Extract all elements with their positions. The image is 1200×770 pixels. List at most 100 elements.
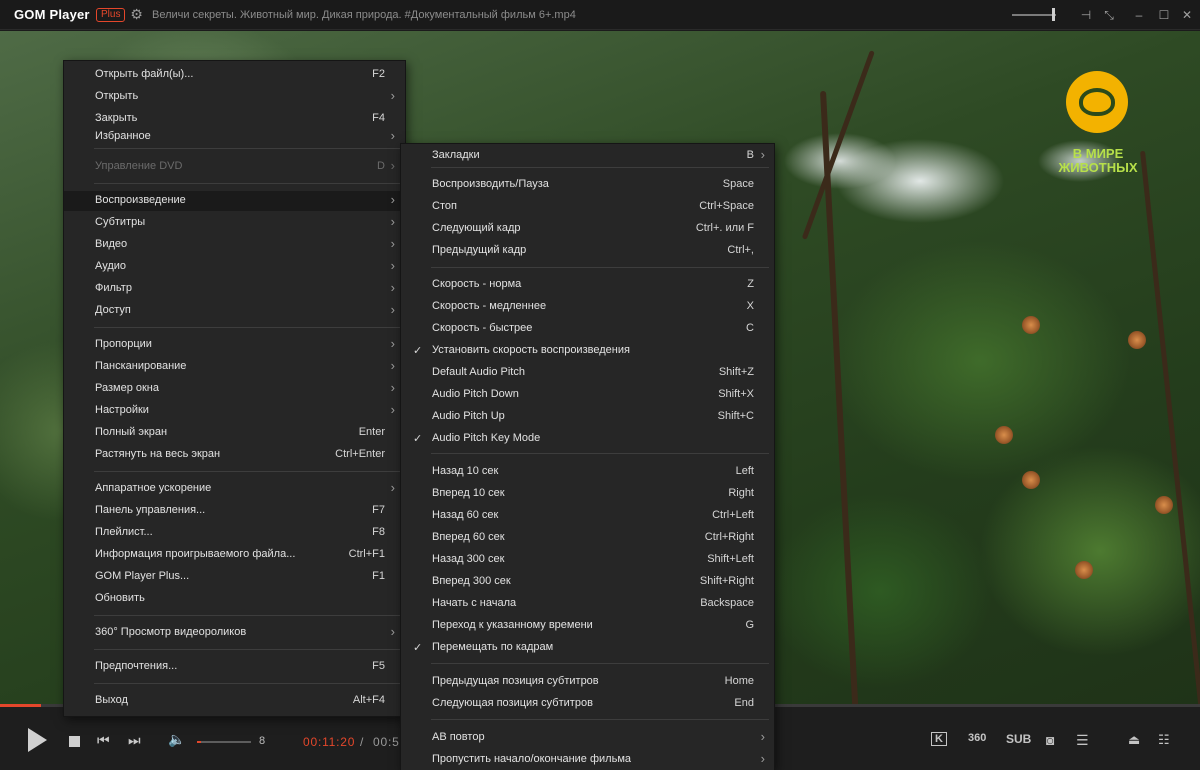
vr-360-icon[interactable]: 360 xyxy=(968,732,986,744)
submenu-item-12[interactable]: ✓ Audio Pitch Key Mode xyxy=(401,429,774,449)
menu-item-label: Панель управления... xyxy=(95,504,206,516)
menu-item-17[interactable]: Аппаратное ускорение › xyxy=(64,479,405,499)
submenu-item-4[interactable]: Предыдущий кадр Ctrl+, xyxy=(401,241,774,261)
checkmark-icon: ✓ xyxy=(413,345,423,357)
menu-item-23[interactable]: 360° Просмотр видеороликов › xyxy=(64,623,405,643)
maximize-icon[interactable]: ☐ xyxy=(1155,6,1173,24)
submenu-item-2[interactable]: Стоп Ctrl+Space xyxy=(401,197,774,217)
submenu-item-16[interactable]: Вперед 60 сек Ctrl+Right xyxy=(401,528,774,548)
submenu-item-13[interactable]: Назад 10 сек Left xyxy=(401,462,774,482)
submenu-item-8[interactable]: ✓ Установить скорость воспроизведения xyxy=(401,341,774,361)
menu-item-5[interactable]: Воспроизведение › xyxy=(64,191,405,211)
cone xyxy=(1155,496,1173,514)
menu-item-label: Предпочтения... xyxy=(95,660,178,672)
menu-item-13[interactable]: Размер окна › xyxy=(64,379,405,399)
stop-icon[interactable] xyxy=(69,736,80,747)
submenu-item-0[interactable]: Закладки B › xyxy=(401,146,774,166)
menu-item-20[interactable]: Информация проигрываемого файла... Ctrl+F… xyxy=(64,545,405,565)
play-icon[interactable] xyxy=(28,728,47,752)
menu-item-label: Полный экран xyxy=(95,426,168,438)
fullscreen-icon[interactable]: ⤡ xyxy=(1100,6,1118,24)
submenu-item-11[interactable]: Audio Pitch Up Shift+C xyxy=(401,407,774,427)
menu-item-3[interactable]: Избранное › xyxy=(64,127,405,147)
menu-item-1[interactable]: Открыть › xyxy=(64,87,405,107)
menu-separator xyxy=(431,267,769,268)
submenu-item-14[interactable]: Вперед 10 сек Right xyxy=(401,484,774,504)
menu-item-22[interactable]: Обновить xyxy=(64,589,405,609)
menu-item-shortcut: Home xyxy=(724,675,754,687)
menu-item-label: Закрыть xyxy=(95,112,138,124)
menu-item-4: Управление DVD D › xyxy=(64,157,405,177)
submenu-item-6[interactable]: Скорость - медленнее X xyxy=(401,297,774,317)
equalizer-icon[interactable]: ☰ xyxy=(1076,732,1089,749)
playlist-icon[interactable]: ☷ xyxy=(1158,732,1170,748)
menu-item-shortcut: Shift+Left xyxy=(707,553,754,565)
submenu-item-25[interactable]: Пропустить начало/окончание фильма › xyxy=(401,750,774,770)
window-title: Величи секреты. Животный мир. Дикая прир… xyxy=(152,9,576,21)
submenu-item-1[interactable]: Воспроизводить/Пауза Space xyxy=(401,175,774,195)
menu-item-label: Предыдущий кадр xyxy=(432,244,527,256)
menu-item-11[interactable]: Пропорции › xyxy=(64,335,405,355)
submenu-item-23[interactable]: Следующая позиция субтитров End xyxy=(401,694,774,714)
submenu-item-21[interactable]: ✓ Перемещать по кадрам xyxy=(401,638,774,658)
cone xyxy=(1128,331,1146,349)
submenu-item-19[interactable]: Начать с начала Backspace xyxy=(401,594,774,614)
submenu-item-17[interactable]: Назад 300 сек Shift+Left xyxy=(401,550,774,570)
menu-item-label: Растянуть на весь экран xyxy=(95,448,221,460)
menu-item-label: Скорость - медленнее xyxy=(432,300,547,312)
submenu-item-5[interactable]: Скорость - норма Z xyxy=(401,275,774,295)
menu-item-18[interactable]: Панель управления... F7 xyxy=(64,501,405,521)
prev-icon[interactable]: ⏮ xyxy=(97,732,110,749)
plus-badge[interactable]: Plus xyxy=(96,8,126,22)
eject-icon[interactable]: ⏏ xyxy=(1128,732,1140,748)
volume-slider[interactable] xyxy=(197,741,251,743)
submenu-item-3[interactable]: Следующий кадр Ctrl+. или F xyxy=(401,219,774,239)
submenu-item-18[interactable]: Вперед 300 сек Shift+Right xyxy=(401,572,774,592)
menu-item-0[interactable]: Открыть файл(ы)... F2 xyxy=(64,65,405,85)
menu-item-12[interactable]: Пансканирование › xyxy=(64,357,405,377)
submenu-item-15[interactable]: Назад 60 сек Ctrl+Left xyxy=(401,506,774,526)
menu-item-16[interactable]: Растянуть на весь экран Ctrl+Enter xyxy=(64,445,405,465)
menu-item-25[interactable]: Выход Alt+F4 xyxy=(64,691,405,711)
menu-item-shortcut: F5 xyxy=(372,660,385,672)
menu-item-19[interactable]: Плейлист... F8 xyxy=(64,523,405,543)
menu-item-label: Настройки xyxy=(95,404,149,416)
menu-item-15[interactable]: Полный экран Enter xyxy=(64,423,405,443)
menu-item-shortcut: Ctrl+, xyxy=(727,244,754,256)
menu-item-shortcut: Ctrl+. или F xyxy=(695,222,754,234)
menu-item-shortcut: Ctrl+F1 xyxy=(348,548,385,560)
menu-item-21[interactable]: GOM Player Plus... F1 xyxy=(64,567,405,587)
opacity-slider-handle[interactable] xyxy=(1052,8,1055,21)
gear-icon[interactable]: ⚙ xyxy=(129,7,144,22)
cone xyxy=(1022,316,1040,334)
menu-item-14[interactable]: Настройки › xyxy=(64,401,405,421)
menu-item-2[interactable]: Закрыть F4 xyxy=(64,109,405,129)
menu-item-7[interactable]: Видео › xyxy=(64,235,405,255)
volume-slider-fill[interactable] xyxy=(197,741,201,743)
menu-item-24[interactable]: Предпочтения... F5 xyxy=(64,657,405,677)
submenu-item-10[interactable]: Audio Pitch Down Shift+X xyxy=(401,385,774,405)
opacity-slider-track[interactable] xyxy=(1012,14,1056,16)
menu-separator xyxy=(431,453,769,454)
speaker-icon[interactable]: 🔈 xyxy=(168,731,185,748)
pin-icon[interactable]: ⊣ xyxy=(1077,6,1095,24)
submenu-item-24[interactable]: AB повтор › xyxy=(401,728,774,748)
menu-item-8[interactable]: Аудио › xyxy=(64,257,405,277)
next-icon[interactable]: ⏭ xyxy=(128,732,141,749)
camera-icon[interactable]: ◙ xyxy=(1046,732,1054,748)
minimize-icon[interactable]: – xyxy=(1130,6,1148,24)
chevron-right-icon: › xyxy=(760,147,765,162)
menu-item-9[interactable]: Фильтр › xyxy=(64,279,405,299)
submenu-item-22[interactable]: Предыдущая позиция субтитров Home xyxy=(401,672,774,692)
submenu-item-20[interactable]: Переход к указанному времени G xyxy=(401,616,774,636)
submenu-item-7[interactable]: Скорость - быстрее C xyxy=(401,319,774,339)
kv-icon[interactable]: K xyxy=(931,732,947,746)
subtitle-button[interactable]: SUB xyxy=(1006,732,1031,746)
menu-item-10[interactable]: Доступ › xyxy=(64,301,405,321)
menu-item-label: Audio Pitch Up xyxy=(432,410,505,422)
menu-item-6[interactable]: Субтитры › xyxy=(64,213,405,233)
submenu-item-9[interactable]: Default Audio Pitch Shift+Z xyxy=(401,363,774,383)
menu-item-shortcut: F2 xyxy=(372,68,385,80)
close-icon[interactable]: ✕ xyxy=(1178,6,1196,24)
menu-item-shortcut: F8 xyxy=(372,526,385,538)
